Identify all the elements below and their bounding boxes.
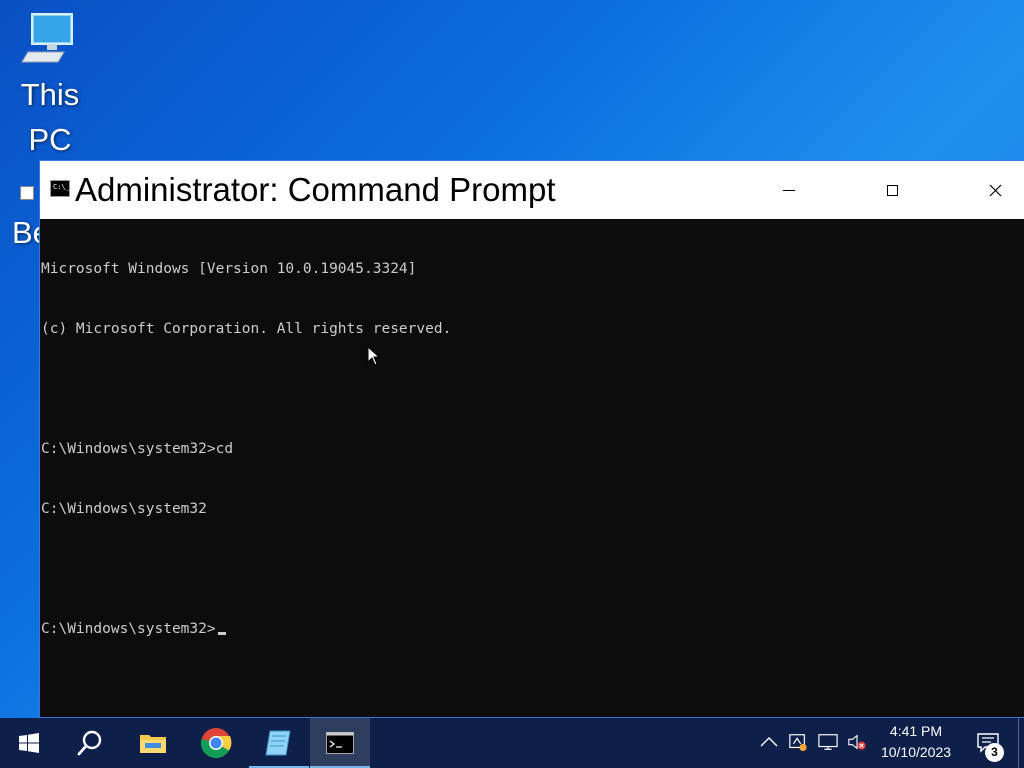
mouse-pointer-icon [367,346,381,366]
windows-logo-icon [19,733,39,753]
start-button[interactable] [0,718,58,768]
tray-network-warning[interactable] [788,732,808,752]
chevron-up-icon [760,737,778,747]
search-icon [77,730,102,756]
cmd-icon [326,732,354,754]
volume-muted-icon [848,734,866,750]
notification-count-badge: 3 [985,743,1004,762]
tray-volume[interactable] [847,732,867,752]
text-cursor [217,632,226,635]
cmd-app-icon[interactable]: C:\_ [50,180,70,197]
title-bar[interactable]: C:\_ Administrator: Command Prompt [40,161,1024,219]
maximize-icon [886,184,898,196]
taskbar-clock[interactable]: 4:41 PM 10/10/2023 [872,721,960,763]
minimize-icon [783,189,795,191]
shortcut-arrow-icon [20,186,34,200]
taskbar-command-prompt[interactable] [310,718,370,768]
show-desktop-button[interactable] [1018,718,1024,768]
console-prompt-line[interactable]: C:\Windows\system32> [41,619,1024,639]
network-warning-icon [789,734,807,752]
notepad-icon [265,730,291,756]
taskbar-notepad[interactable] [249,718,309,768]
console-line: Microsoft Windows [Version 10.0.19045.33… [41,261,417,277]
taskbar-file-explorer[interactable] [123,718,183,768]
cmd-app-icon-text: C:\_ [53,183,70,191]
console-prompt: C:\Windows\system32> [41,621,216,637]
console-line: C:\Windows\system32>cd [41,441,234,457]
search-button[interactable] [60,718,120,768]
action-center-button[interactable] [966,718,1010,768]
show-hidden-icons-button[interactable] [759,732,779,752]
folder-icon [140,735,166,753]
desktop-icon-label: PC [28,122,72,157]
tray-display[interactable] [818,732,838,752]
window-title: Administrator: Command Prompt [75,171,556,208]
taskbar-chrome[interactable] [186,718,246,768]
clock-time: 4:41 PM [889,723,943,739]
minimize-button[interactable] [737,161,841,219]
taskbar: 4:41 PM 10/10/2023 3 [0,718,1024,768]
console-line: C:\Windows\system32 [41,501,207,517]
command-prompt-window[interactable]: C:\_ Administrator: Command Prompt Micro… [39,160,1024,718]
computer-icon [21,13,73,63]
desktop-icon-label: This [20,77,80,112]
close-icon [989,184,1001,196]
console-output[interactable]: Microsoft Windows [Version 10.0.19045.33… [40,219,1024,717]
maximize-button[interactable] [840,161,944,219]
close-button[interactable] [943,161,1024,219]
chrome-icon [200,728,232,759]
desktop-icon-this-pc[interactable]: This PC [6,10,94,162]
display-icon [818,734,838,750]
clock-date: 10/10/2023 [880,744,952,760]
console-line: (c) Microsoft Corporation. All rights re… [41,321,452,337]
